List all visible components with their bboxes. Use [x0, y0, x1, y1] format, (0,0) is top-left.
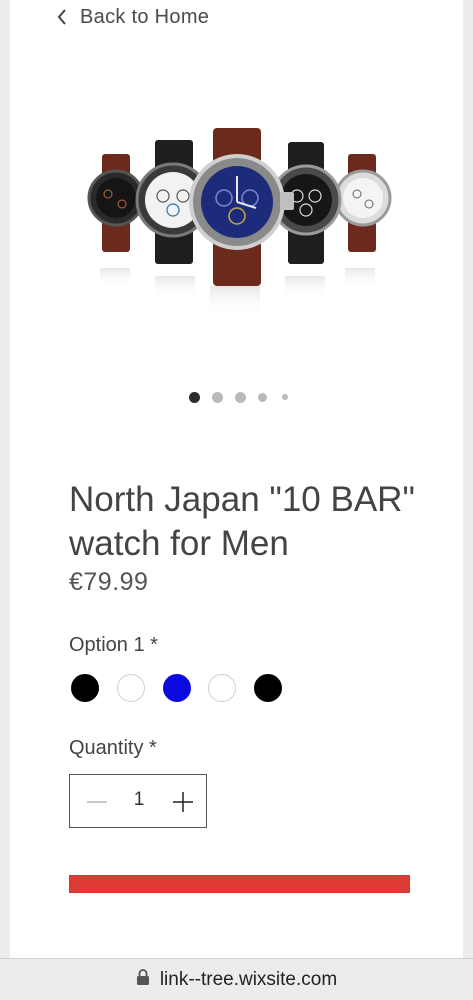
increment-button[interactable] — [168, 787, 198, 817]
option-label: Option 1 * — [69, 634, 158, 656]
swatch-white[interactable] — [117, 674, 145, 702]
plus-icon — [173, 792, 193, 812]
lock-icon — [136, 968, 150, 992]
swatch-white[interactable] — [208, 674, 236, 702]
back-to-home-label: Back to Home — [80, 5, 210, 28]
url-text: link--tree.wixsite.com — [159, 968, 338, 990]
swatch-black[interactable] — [254, 674, 282, 702]
minus-icon — [87, 801, 107, 803]
quantity-stepper: 1 — [69, 774, 207, 828]
gallery-dot-5[interactable] — [282, 394, 288, 400]
quantity-label: Quantity * — [69, 737, 157, 759]
browser-address-bar[interactable]: link--tree.wixsite.com — [0, 958, 473, 1000]
gallery-dot-3[interactable] — [235, 392, 246, 403]
product-title: North Japan "10 BAR" watch for Men — [69, 480, 415, 563]
back-to-home-link[interactable]: Back to Home — [56, 4, 209, 30]
swatch-blue[interactable] — [163, 674, 191, 702]
decrement-button[interactable] — [82, 787, 112, 817]
gallery-dot-1[interactable] — [189, 392, 200, 403]
add-to-cart-button[interactable] — [69, 875, 410, 893]
swatch-black[interactable] — [71, 674, 99, 702]
gallery-dot-4[interactable] — [258, 393, 267, 402]
product-price: €79.99 — [69, 568, 149, 596]
watches-illustration — [87, 128, 392, 316]
gallery-pagination — [0, 392, 473, 404]
quantity-value[interactable]: 1 — [126, 789, 152, 811]
chevron-left-icon — [56, 7, 68, 27]
gallery-dot-2[interactable] — [212, 392, 223, 403]
product-image[interactable] — [70, 118, 400, 318]
